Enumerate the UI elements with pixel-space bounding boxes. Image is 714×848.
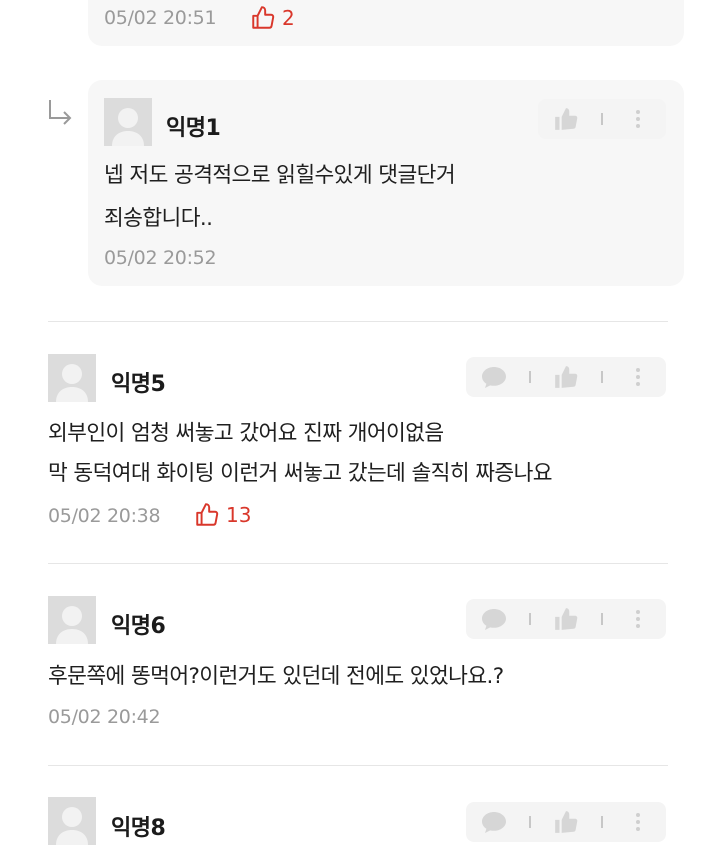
thumbs-up-icon (196, 503, 219, 526)
comment-text-line: 죄송합니다.. (104, 206, 213, 231)
divider (529, 371, 532, 383)
avatar-placeholder-icon (112, 108, 144, 146)
reply-action-button[interactable] (472, 359, 516, 395)
like-action-button[interactable] (544, 101, 588, 137)
comment-actions (466, 802, 666, 842)
like-button[interactable]: 2 (250, 5, 295, 31)
comment-time: 05/02 20:38 (48, 505, 161, 527)
thumbs-up-icon (555, 608, 578, 630)
avatar (104, 98, 152, 146)
comment-text-line: 외부인이 엄청 써놓고 갔어요 진짜 개어이없음 (48, 421, 444, 446)
avatar (48, 797, 96, 845)
author-name: 익명1 (166, 116, 221, 141)
thumbs-up-icon (555, 811, 578, 833)
divider (600, 371, 603, 383)
divider (600, 613, 603, 625)
divider (48, 563, 668, 564)
divider (529, 613, 532, 625)
reply-arrow-icon (49, 100, 72, 125)
more-button[interactable] (616, 101, 660, 137)
more-vertical-icon (635, 813, 640, 831)
comment-text-line: 후문쪽에 똥먹어?이런거도 있던데 전에도 있었나요.? (48, 664, 504, 689)
divider (48, 321, 668, 322)
divider (529, 816, 532, 828)
more-vertical-icon (635, 110, 640, 128)
comment-text-line: 막 동덕여대 화이팅 이런거 써놓고 갔는데 솔직히 짜증나요 (48, 461, 553, 486)
avatar-placeholder-icon (56, 364, 88, 402)
avatar-placeholder-icon (56, 807, 88, 845)
more-vertical-icon (635, 368, 640, 386)
divider (48, 765, 668, 766)
like-button[interactable]: 13 (194, 502, 251, 528)
avatar (48, 354, 96, 402)
like-action-button[interactable] (544, 601, 588, 637)
author-name: 익명8 (111, 816, 166, 841)
like-action-button[interactable] (544, 804, 588, 840)
thumbs-up-icon (555, 108, 578, 130)
more-button[interactable] (616, 359, 660, 395)
comment-actions (466, 357, 666, 397)
author-name: 익명5 (111, 372, 166, 397)
comment-time: 05/02 20:52 (104, 247, 217, 269)
comment-time: 05/02 20:42 (48, 706, 161, 728)
comment-time: 05/02 20:51 (104, 7, 217, 29)
divider (600, 113, 603, 125)
comment-actions (466, 599, 666, 639)
like-count: 2 (282, 6, 295, 30)
thumbs-up-icon (252, 6, 275, 29)
like-count: 13 (226, 503, 252, 527)
comment-actions (538, 99, 666, 139)
comment-bubble-icon (482, 609, 507, 630)
comment-bubble-icon (482, 812, 507, 833)
more-vertical-icon (635, 610, 640, 628)
like-action-button[interactable] (544, 359, 588, 395)
divider (600, 816, 603, 828)
comment-bubble-icon (482, 367, 507, 388)
reply-action-button[interactable] (472, 601, 516, 637)
author-name: 익명6 (111, 614, 166, 639)
more-button[interactable] (616, 804, 660, 840)
comment-text-line: 넵 저도 공격적으로 읽힐수있게 댓글단거 (104, 163, 456, 188)
thumbs-up-icon (555, 366, 578, 388)
avatar-placeholder-icon (56, 606, 88, 644)
reply-action-button[interactable] (472, 804, 516, 840)
avatar (48, 596, 96, 644)
more-button[interactable] (616, 601, 660, 637)
